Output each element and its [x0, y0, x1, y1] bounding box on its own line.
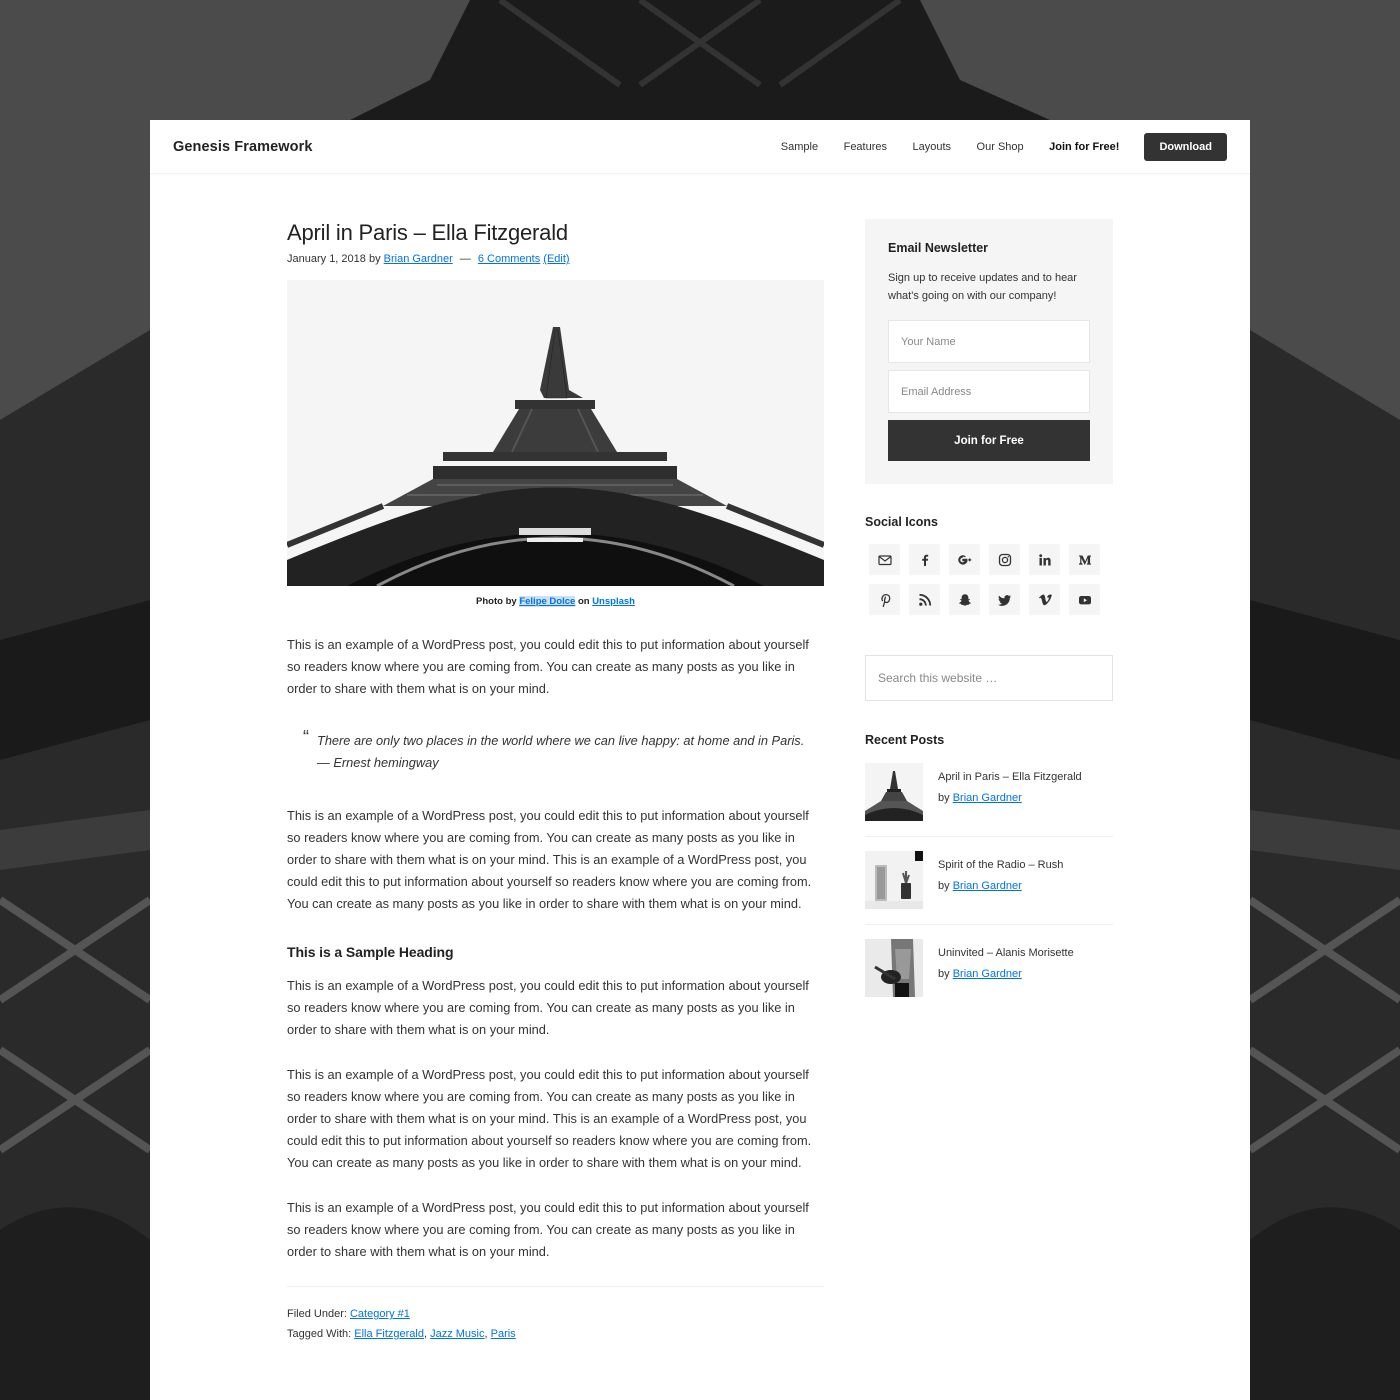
- photographer-link[interactable]: Felipe Dolce: [519, 596, 576, 607]
- post-paragraph: This is an example of a WordPress post, …: [287, 1067, 812, 1170]
- category-link[interactable]: Category #1: [350, 1308, 410, 1320]
- recent-post-author-link[interactable]: Brian Gardner: [953, 880, 1022, 892]
- tag-link[interactable]: Jazz Music: [430, 1328, 484, 1340]
- recent-post-title[interactable]: April in Paris – Ella Fitzgerald: [938, 771, 1082, 783]
- recent-posts-title: Recent Posts: [865, 733, 945, 747]
- guitarist-thumbnail[interactable]: [865, 939, 923, 997]
- meta-separator: —: [459, 253, 471, 265]
- nav-item-layouts[interactable]: Layouts: [913, 141, 952, 153]
- recent-post-by: by: [938, 880, 950, 892]
- caption-on: on: [577, 596, 590, 607]
- recent-posts-list: April in Paris – Ella Fitzgerald by Bria…: [865, 763, 1113, 1012]
- post-paragraph: This is an example of a WordPress post, …: [287, 808, 812, 911]
- tagged-with-label: Tagged With:: [287, 1328, 352, 1340]
- nav-item-features[interactable]: Features: [844, 141, 887, 153]
- medium-icon[interactable]: [1069, 544, 1100, 575]
- nav-item-join-for-free[interactable]: Join for Free!: [1049, 141, 1119, 153]
- site-title[interactable]: Genesis Framework: [173, 139, 313, 155]
- post-content: April in Paris – Ella Fitzgerald January…: [287, 218, 824, 1344]
- download-button[interactable]: Download: [1144, 132, 1227, 161]
- email-input[interactable]: Email Address: [888, 370, 1090, 413]
- site-header: Genesis Framework Sample Features Layout…: [150, 120, 1250, 174]
- site-container: Genesis Framework Sample Features Layout…: [150, 120, 1250, 1400]
- unsplash-link[interactable]: Unsplash: [592, 596, 635, 607]
- tag-link[interactable]: Ella Fitzgerald: [354, 1328, 424, 1340]
- recent-post-item: April in Paris – Ella Fitzgerald by Bria…: [865, 763, 1113, 837]
- rss-icon[interactable]: [909, 584, 940, 615]
- newsletter-widget: Email Newsletter Sign up to receive upda…: [865, 219, 1113, 484]
- recent-post-by: by: [938, 968, 950, 980]
- sample-heading: This is a Sample Heading: [287, 944, 454, 960]
- google-plus-icon[interactable]: [949, 544, 980, 575]
- post-by: by: [368, 253, 381, 265]
- social-icons-grid: [865, 544, 1113, 615]
- image-caption: Photo by Felipe Dolce on Unsplash: [287, 596, 824, 607]
- newsletter-description: Sign up to receive updates and to hear w…: [888, 272, 1077, 302]
- snapchat-icon[interactable]: [949, 584, 980, 615]
- tag-link[interactable]: Paris: [491, 1328, 516, 1340]
- recent-post-item: Uninvited – Alanis Morisette by Brian Ga…: [865, 939, 1113, 1012]
- twitter-icon[interactable]: [989, 584, 1020, 615]
- eiffel-tower-thumbnail[interactable]: [865, 763, 923, 821]
- recent-post-item: Spirit of the Radio – Rush by Brian Gard…: [865, 851, 1113, 925]
- name-input[interactable]: Your Name: [888, 320, 1090, 363]
- author-link[interactable]: Brian Gardner: [384, 253, 453, 265]
- post-paragraph: This is an example of a WordPress post, …: [287, 978, 809, 1037]
- recent-post-title[interactable]: Uninvited – Alanis Morisette: [938, 947, 1074, 959]
- recent-post-text: Spirit of the Radio – Rush by Brian Gard…: [938, 851, 1063, 909]
- filed-under-label: Filed Under:: [287, 1308, 347, 1320]
- main-nav: Sample Features Layouts Our Shop Join fo…: [755, 132, 1227, 161]
- facebook-icon[interactable]: [909, 544, 940, 575]
- linkedin-icon[interactable]: [1029, 544, 1060, 575]
- comments-link[interactable]: 6 Comments: [478, 253, 540, 265]
- recent-post-author-link[interactable]: Brian Gardner: [953, 968, 1022, 980]
- nav-item-sample[interactable]: Sample: [781, 141, 818, 153]
- quote-text: There are only two places in the world w…: [317, 733, 805, 748]
- recent-posts-widget: Recent Posts April in Paris – Ella Fitzg…: [865, 733, 1113, 1012]
- recent-post-text: Uninvited – Alanis Morisette by Brian Ga…: [938, 939, 1074, 997]
- quote-mark-icon: “: [303, 727, 309, 747]
- post-paragraph: This is an example of a WordPress post, …: [287, 1200, 809, 1259]
- youtube-icon[interactable]: [1069, 584, 1100, 615]
- eiffel-tower-photo-icon: [287, 280, 824, 586]
- recent-post-title[interactable]: Spirit of the Radio – Rush: [938, 859, 1063, 871]
- tagged-with: Tagged With: Ella Fitzgerald, Jazz Music…: [287, 1324, 824, 1344]
- sidebar: Email Newsletter Sign up to receive upda…: [865, 219, 1113, 1026]
- recent-post-text: April in Paris – Ella Fitzgerald by Bria…: [938, 763, 1082, 821]
- nav-item-our-shop[interactable]: Our Shop: [977, 141, 1024, 153]
- pinterest-icon[interactable]: [869, 584, 900, 615]
- post-meta: January 1, 2018 by Brian Gardner — 6 Com…: [287, 253, 824, 265]
- join-for-free-button[interactable]: Join for Free: [888, 420, 1090, 461]
- recent-post-author-link[interactable]: Brian Gardner: [953, 792, 1022, 804]
- caption-prefix: Photo by: [476, 596, 517, 607]
- instagram-icon[interactable]: [989, 544, 1020, 575]
- post-date: January 1, 2018: [287, 253, 366, 265]
- newsletter-title: Email Newsletter: [888, 241, 989, 255]
- quote-citation: — Ernest hemingway: [317, 755, 439, 770]
- search-input[interactable]: Search this website …: [865, 655, 1113, 701]
- email-icon[interactable]: [869, 544, 900, 575]
- social-icons-widget: Social Icons: [865, 515, 1113, 615]
- edit-link[interactable]: (Edit): [543, 253, 569, 265]
- post-paragraph: This is an example of a WordPress post, …: [287, 637, 809, 696]
- vimeo-icon[interactable]: [1029, 584, 1060, 615]
- recent-post-by: by: [938, 792, 950, 804]
- post-title: April in Paris – Ella Fitzgerald: [287, 220, 568, 245]
- filed-under: Filed Under: Category #1: [287, 1304, 824, 1324]
- blockquote: “ There are only two places in the world…: [303, 727, 824, 774]
- social-icons-title: Social Icons: [865, 515, 938, 529]
- post-footer: Filed Under: Category #1 Tagged With: El…: [287, 1286, 824, 1344]
- featured-image-eiffel-tower: [287, 280, 824, 586]
- speaker-thumbnail[interactable]: [865, 851, 923, 909]
